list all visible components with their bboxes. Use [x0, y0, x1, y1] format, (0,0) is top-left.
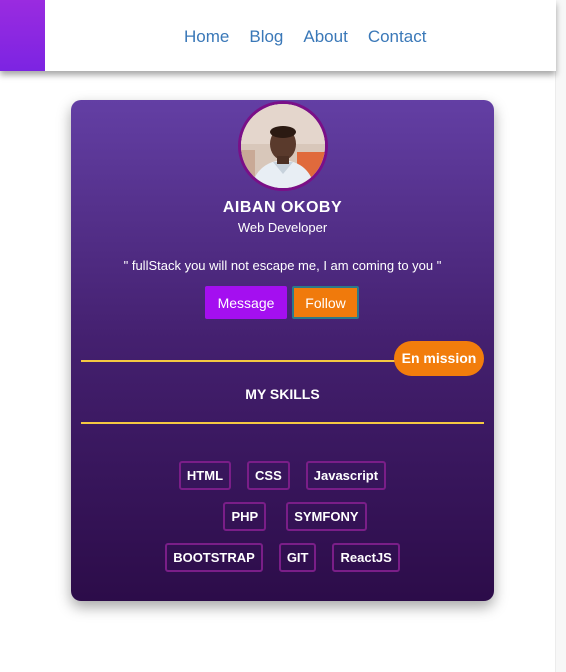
skill-tag-php: PHP — [223, 502, 267, 531]
skills-row: BOOTSTRAP GIT ReactJS — [71, 543, 494, 572]
nav-about-link[interactable]: About — [303, 27, 347, 47]
avatar — [238, 101, 328, 191]
status-badge: En mission — [394, 341, 484, 376]
skill-tag-symfony: SYMFONY — [286, 502, 367, 531]
message-button[interactable]: Message — [205, 286, 287, 319]
nav-contact-link[interactable]: Contact — [368, 27, 427, 47]
skills-row: PHP SYMFONY — [96, 502, 494, 531]
page: Home Blog About Contact AIBAN OKOBY Web … — [0, 0, 566, 672]
skill-tag-css: CSS — [247, 461, 290, 490]
header-accent-block — [0, 0, 45, 71]
nav-blog-link[interactable]: Blog — [249, 27, 283, 47]
skills-row: HTML CSS Javascript — [71, 461, 494, 490]
skills-list: HTML CSS Javascript PHP SYMFONY BOOTSTRA… — [71, 461, 494, 584]
follow-button[interactable]: Follow — [292, 286, 359, 319]
skills-heading: MY SKILLS — [245, 386, 320, 402]
skill-tag-reactjs: ReactJS — [332, 543, 400, 572]
profile-name: AIBAN OKOBY — [222, 199, 343, 216]
skill-tag-html: HTML — [178, 461, 232, 490]
skill-tag-javascript: Javascript — [305, 461, 387, 490]
nav-home-link[interactable]: Home — [184, 27, 229, 47]
skill-tag-git: GIT — [278, 543, 317, 572]
profile-card: AIBAN OKOBY Web Developer " fullStack yo… — [71, 100, 494, 601]
header-bar: Home Blog About Contact — [0, 0, 556, 71]
main-nav: Home Blog About Contact — [184, 27, 426, 47]
profile-role: Web Developer — [237, 220, 328, 235]
profile-quote: " fullStack you will not escape me, I am… — [123, 258, 442, 273]
scrollbar-track[interactable] — [555, 0, 566, 672]
skill-tag-bootstrap: BOOTSTRAP — [165, 543, 263, 572]
profile-photo — [241, 104, 325, 188]
divider-bottom — [81, 422, 484, 424]
divider-top — [81, 360, 403, 362]
